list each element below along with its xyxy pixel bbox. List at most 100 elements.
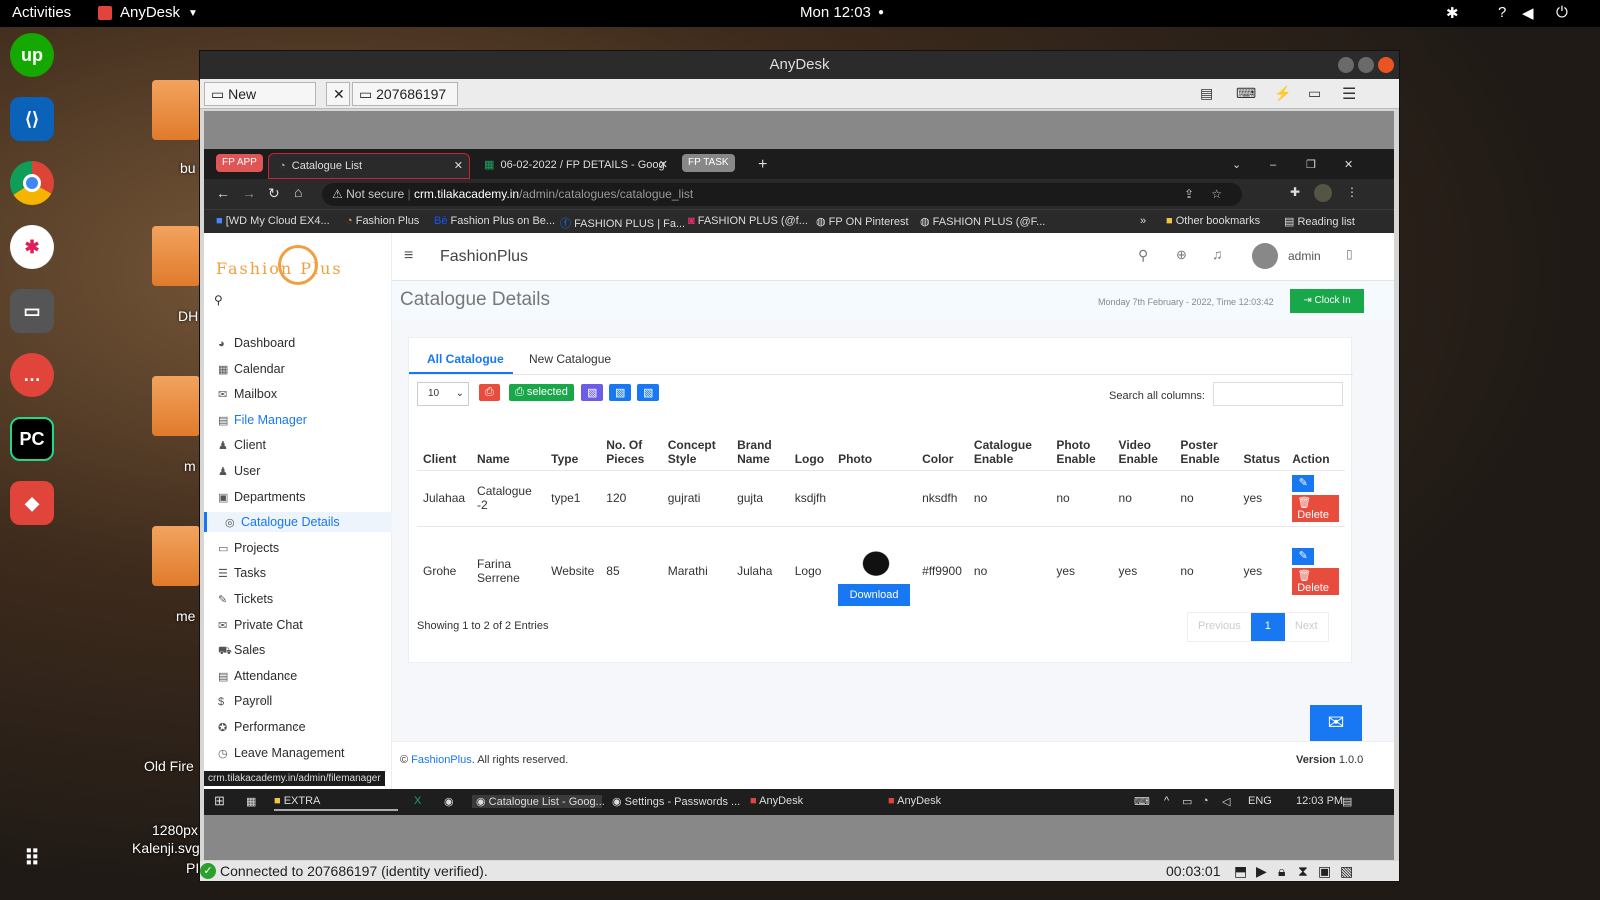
delete-button[interactable]: 🗑︎ Delete [1292, 494, 1339, 522]
tab-fp-details[interactable]: ▦ 06-02-2022 / FP DETAILS - Goog ✕ [474, 153, 672, 179]
lock-icon[interactable]: 🔒︎ [1278, 861, 1285, 881]
chrome-icon[interactable] [10, 161, 54, 205]
chrome-menu-icon[interactable]: ⋮ [1346, 185, 1358, 199]
tray-arrow-icon[interactable]: ^ [1164, 795, 1169, 807]
desktop-folder[interactable] [152, 80, 200, 140]
column-header[interactable]: Video Enable [1113, 426, 1175, 470]
column-header[interactable]: Action [1286, 426, 1345, 470]
sidebar-item-file-manager[interactable]: ▤ File Manager [218, 410, 307, 430]
sidebar-item-performance[interactable]: ✪ Performance › [218, 717, 306, 737]
clock[interactable]: Mon 12:03 [800, 4, 871, 21]
print-icon[interactable]: ⎙ [479, 384, 500, 401]
pycharm-icon[interactable]: PC [10, 417, 54, 461]
windows-start-icon[interactable]: ⊞ [214, 793, 225, 809]
taskbar-clock[interactable]: 12:03 PM [1296, 795, 1343, 807]
clock-in-button[interactable]: ⇥ Clock In [1290, 289, 1364, 313]
close-tab-icon[interactable]: ✕ [659, 153, 668, 177]
sidebar-item-user[interactable]: ♟ User [218, 461, 260, 481]
tab-catalogue-list[interactable]: ◔ Catalogue List ✕ [268, 153, 470, 179]
taskbar-item[interactable]: ■ EXTRA [274, 795, 398, 811]
sidebar-item-attendance[interactable]: ▤ Attendance › [218, 666, 297, 686]
bookmark-item[interactable]: ◍ FP ON Pinterest [816, 215, 909, 228]
sidebar-item-tickets[interactable]: ✎ Tickets [218, 589, 273, 609]
window-titlebar[interactable]: AnyDesk [200, 51, 1399, 79]
more-bookmarks-icon[interactable]: » [1140, 215, 1146, 227]
excel-export-icon[interactable]: ▧ [581, 384, 604, 401]
share-icon[interactable]: ⇪ [1184, 183, 1194, 206]
pagination-previous[interactable]: Previous [1188, 613, 1251, 641]
play-icon[interactable]: ▶ [1256, 861, 1267, 881]
bookmark-item[interactable]: ◔ Fashion Plus [346, 215, 419, 227]
other-bookmarks[interactable]: ■ Other bookmarks [1166, 215, 1260, 227]
taskbar-item[interactable]: ■ AnyDesk [750, 795, 876, 807]
volume-icon[interactable]: ◀ [1522, 4, 1534, 22]
taskbar-item[interactable]: ◉ Settings - Passwords ... [612, 795, 742, 808]
extensions-icon[interactable]: ✚ [1290, 185, 1300, 199]
file-transfer-icon[interactable]: ⬒ [1234, 861, 1247, 881]
home-icon[interactable]: ⌂ [294, 184, 302, 200]
chat-bubble-icon[interactable]: ✉ [1310, 705, 1362, 741]
column-header[interactable]: Photo [832, 426, 916, 470]
vscode-icon[interactable]: ⟨⟩ [10, 97, 54, 141]
bookmark-item[interactable]: ◍ FASHION PLUS (@F... [920, 215, 1045, 228]
screenshot-icon[interactable]: ▧ [1340, 861, 1353, 881]
plus-circle-icon[interactable]: ⊕ [1176, 247, 1187, 263]
tab-new-catalogue[interactable]: New Catalogue [529, 352, 611, 366]
minimize-icon[interactable]: – [1260, 153, 1276, 179]
address-bar[interactable]: ⚠ Not secure | crm.tilakacademy.in/admin… [322, 183, 1242, 206]
column-header[interactable]: Brand Name [731, 426, 789, 470]
column-header[interactable]: Client [417, 426, 471, 470]
close-tab-icon[interactable]: ✕ [454, 154, 463, 178]
column-header[interactable]: Name [471, 426, 545, 470]
app-grid-icon[interactable]: ⠿ [10, 837, 54, 881]
column-header[interactable]: Type [545, 426, 600, 470]
maximize-icon[interactable] [1358, 57, 1374, 73]
page-size-select[interactable]: 10 ⌄ [417, 382, 469, 406]
desktop-folder[interactable] [152, 376, 200, 436]
desktop-folder[interactable] [152, 526, 200, 586]
tab-search-icon[interactable]: ⌄ [1222, 153, 1241, 179]
forward-icon[interactable]: → [242, 185, 256, 201]
calculator-icon[interactable]: ▦ [246, 795, 256, 808]
column-header[interactable]: Concept Style [662, 426, 731, 470]
sidebar-item-projects[interactable]: ▭ Projects [218, 538, 279, 558]
reload-icon[interactable]: ↻ [268, 185, 280, 202]
bookmark-item[interactable]: ◙ FASHION PLUS (@f... [688, 215, 808, 227]
sidebar-item-sales[interactable]: ⛟ Sales › [218, 640, 265, 660]
keyboard-icon[interactable]: ⌨ [1236, 85, 1256, 102]
pagination-next[interactable]: Next [1285, 613, 1328, 641]
pagination-page-1[interactable]: 1 [1250, 613, 1285, 641]
bookmark-item[interactable]: Bē Fashion Plus on Be... [434, 215, 555, 227]
language-indicator[interactable]: ENG [1248, 795, 1272, 807]
search-icon[interactable]: ⚲ [214, 293, 223, 307]
profile-avatar[interactable] [1314, 184, 1332, 202]
download-button[interactable]: Download [838, 584, 911, 607]
column-header[interactable]: Color [916, 426, 968, 470]
chrome-taskbar-icon[interactable]: ◉ [444, 795, 454, 808]
new-session-tab[interactable]: ▭ New Session [204, 82, 316, 124]
sidebar-item-dashboard[interactable]: ◕ Dashboard [218, 333, 295, 353]
avatar[interactable] [1252, 243, 1278, 269]
close-session-button[interactable]: ✕ [326, 82, 350, 106]
minimize-icon[interactable] [1338, 57, 1354, 73]
hourglass-icon[interactable]: ⧗ [1298, 861, 1308, 881]
bookmark-item[interactable]: ■ [WD My Cloud EX4... [216, 215, 330, 227]
display-icon[interactable]: ▭ [1308, 85, 1321, 102]
column-header[interactable]: No. Of Pieces [600, 426, 661, 470]
activities-button[interactable]: Activities [12, 4, 71, 21]
tab-group-fp-app[interactable]: FP APP [216, 154, 263, 172]
excel-icon[interactable]: X [414, 795, 421, 807]
delete-button[interactable]: 🗑︎ Delete [1292, 567, 1339, 595]
session-tab[interactable]: ▭ 207686197 [352, 82, 458, 106]
restore-icon[interactable]: ❐ [1296, 153, 1316, 179]
sidebar-item-mailbox[interactable]: ✉ Mailbox [218, 384, 277, 404]
edit-icon[interactable]: ✎ [1292, 474, 1315, 492]
remote-desktop-view[interactable]: FP APP ◔ Catalogue List ✕ ▦ 06-02-2022 /… [204, 111, 1394, 860]
column-header[interactable]: Catalogue Enable [968, 426, 1050, 470]
upwork-icon[interactable]: up [10, 33, 54, 77]
search-columns-input[interactable] [1213, 382, 1343, 406]
wifi-icon[interactable]: ◔ [1202, 795, 1209, 807]
word-export-icon[interactable]: ▧ [609, 384, 632, 401]
print-selected-button[interactable]: ⎙ selected [509, 384, 574, 401]
slack-icon[interactable]: ✱ [10, 225, 54, 269]
